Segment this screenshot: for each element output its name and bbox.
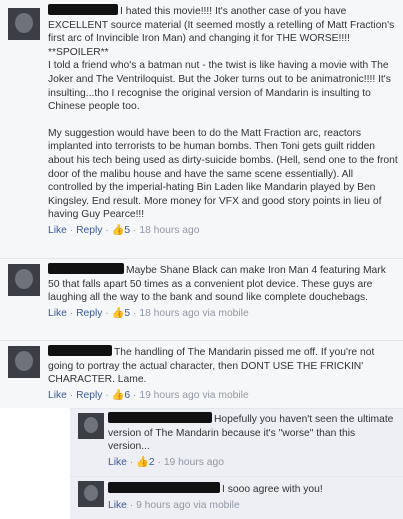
comment-body: I sooo agree with you! Like · 9 hours ag… xyxy=(108,482,398,512)
timestamp[interactable]: 9 hours ago xyxy=(136,500,190,511)
commenter-name-redacted[interactable] xyxy=(108,482,220,493)
comment-actions: Like · Reply · 👍5 · 18 hours ago xyxy=(48,224,200,236)
commenter-name-redacted[interactable] xyxy=(48,4,118,15)
like-link[interactable]: Like xyxy=(108,457,127,468)
comment-body: I hated this movie!!!! It's another case… xyxy=(48,4,398,238)
commenter-name-redacted[interactable] xyxy=(48,263,124,274)
reply-link[interactable]: Reply xyxy=(76,390,102,401)
avatar[interactable] xyxy=(8,8,40,40)
comment-body: Maybe Shane Black can make Iron Man 4 fe… xyxy=(48,263,398,320)
like-link[interactable]: Like xyxy=(48,308,67,319)
like-count[interactable]: 2 xyxy=(149,457,155,468)
via-mobile[interactable]: via mobile xyxy=(202,308,248,319)
reply-link[interactable]: Reply xyxy=(76,225,102,236)
comment-text: I told a friend who's a batman nut - the… xyxy=(48,60,391,113)
comment-actions: Like · Reply · 👍6 · 19 hours ago via mob… xyxy=(48,389,249,401)
like-count[interactable]: 5 xyxy=(124,225,130,236)
timestamp[interactable]: 19 hours ago xyxy=(164,457,224,468)
comment-text: My suggestion would have been to do the … xyxy=(48,127,398,221)
comment-body: The handling of The Mandarin pissed me o… xyxy=(48,345,398,402)
reply-comment: Hopefully you haven't seen the ultimate … xyxy=(70,408,403,476)
commenter-name-redacted[interactable] xyxy=(108,412,212,423)
comment-thread: I hated this movie!!!! It's another case… xyxy=(0,0,403,519)
comment-actions: Like · 9 hours ago via mobile xyxy=(108,499,240,511)
reply-link[interactable]: Reply xyxy=(76,308,102,319)
comment: Maybe Shane Black can make Iron Man 4 fe… xyxy=(0,258,403,340)
thumbs-up-icon: 👍 xyxy=(111,307,125,319)
thumbs-up-icon: 👍 xyxy=(111,389,125,401)
comment-body: Hopefully you haven't seen the ultimate … xyxy=(108,412,398,469)
timestamp[interactable]: 18 hours ago xyxy=(139,308,199,319)
reply-comment: I sooo agree with you! Like · 9 hours ag… xyxy=(70,476,403,519)
comment: I hated this movie!!!! It's another case… xyxy=(0,0,403,258)
comment-actions: Like · Reply · 👍5 · 18 hours ago via mob… xyxy=(48,307,249,319)
via-mobile[interactable]: via mobile xyxy=(193,500,239,511)
comment-text: I sooo agree with you! xyxy=(222,484,323,495)
avatar[interactable] xyxy=(8,264,40,296)
like-link[interactable]: Like xyxy=(108,500,127,511)
like-count[interactable]: 6 xyxy=(124,390,130,401)
thumbs-up-icon: 👍 xyxy=(136,456,149,468)
like-link[interactable]: Like xyxy=(48,390,67,401)
avatar[interactable] xyxy=(8,346,40,378)
comment-actions: Like · 👍2 · 19 hours ago xyxy=(108,456,224,468)
like-link[interactable]: Like xyxy=(48,225,67,236)
timestamp[interactable]: 19 hours ago xyxy=(139,390,199,401)
via-mobile[interactable]: via mobile xyxy=(202,390,248,401)
timestamp[interactable]: 18 hours ago xyxy=(139,225,199,236)
avatar[interactable] xyxy=(78,481,104,507)
thumbs-up-icon: 👍 xyxy=(111,224,125,236)
like-count[interactable]: 5 xyxy=(124,308,130,319)
avatar[interactable] xyxy=(78,413,104,439)
comment-text: **SPOILER** xyxy=(48,46,109,58)
comment: The handling of The Mandarin pissed me o… xyxy=(0,340,403,408)
commenter-name-redacted[interactable] xyxy=(48,345,112,356)
